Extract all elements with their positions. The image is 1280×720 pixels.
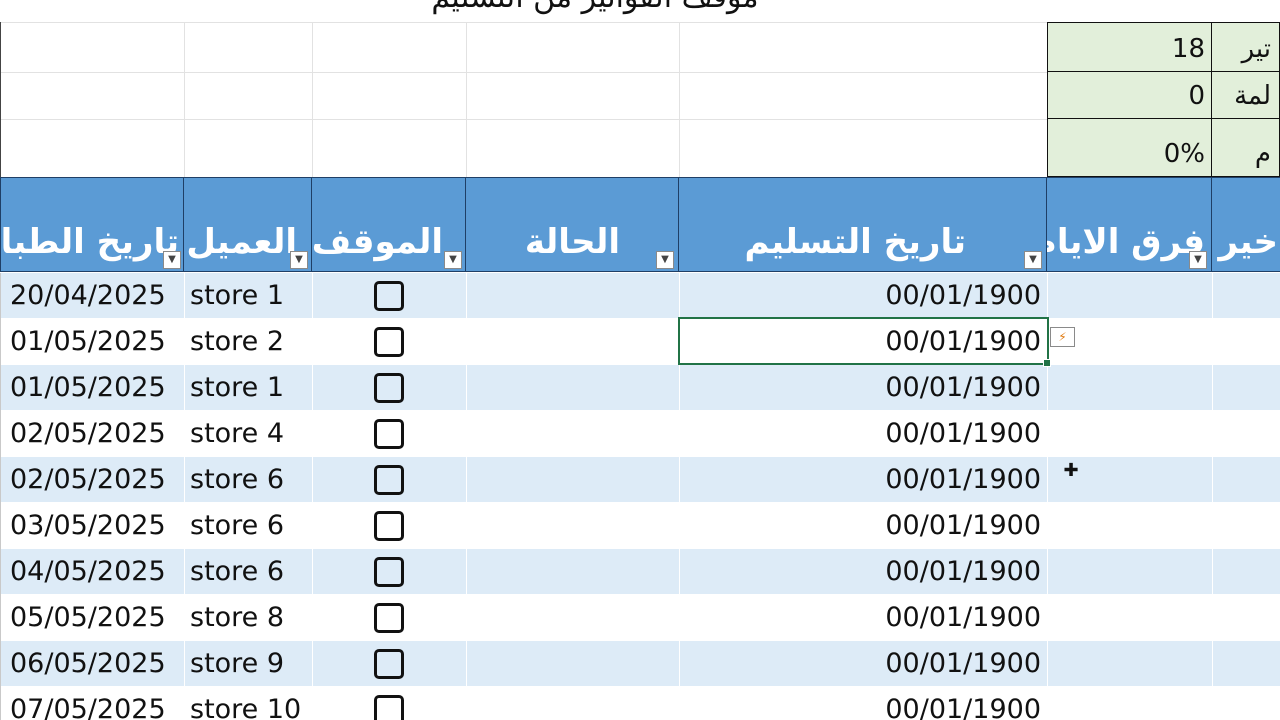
grid-line	[0, 22, 1047, 23]
cell-delivery-date[interactable]: 00/01/1900	[681, 319, 1041, 364]
spreadsheet: موقف الفواتير من التسليم 18 تير 0 لمة 0%…	[0, 0, 1280, 720]
cell-delivery-date[interactable]: 00/01/1900	[681, 457, 1041, 502]
cell-print-date[interactable]: 01/05/2025	[10, 319, 182, 364]
column-divider	[312, 273, 313, 720]
filter-dropdown-icon[interactable]: ▼	[290, 251, 308, 269]
cell-delivery-date[interactable]: 00/01/1900	[681, 411, 1041, 456]
cell-delivery-date[interactable]: 00/01/1900	[681, 365, 1041, 410]
cell-delivery-date[interactable]: 00/01/1900	[681, 549, 1041, 594]
column-divider	[679, 273, 680, 720]
grid-line	[312, 22, 313, 177]
header-label: العميل	[186, 222, 297, 262]
cell-client[interactable]: store 1	[190, 273, 310, 318]
summary-percent-label[interactable]: م	[1212, 119, 1280, 177]
cell-client[interactable]: store 10	[190, 687, 310, 720]
column-divider	[184, 273, 185, 720]
header-label: الموقف	[312, 222, 443, 262]
table-row: 03/05/2025 store 6 00/01/1900	[0, 503, 1280, 549]
cell-delivery-date[interactable]: 00/01/1900	[681, 641, 1041, 686]
header-print-date[interactable]: تاريخ الطباء ▼	[0, 177, 184, 272]
column-divider	[466, 273, 467, 720]
cell-print-date[interactable]: 20/04/2025	[10, 273, 182, 318]
status-checkbox[interactable]	[374, 649, 404, 679]
status-checkbox[interactable]	[374, 465, 404, 495]
header-label: الحالة	[524, 222, 620, 262]
status-checkbox[interactable]	[374, 557, 404, 587]
cell-print-date[interactable]: 05/05/2025	[10, 595, 182, 640]
table-row: 01/05/2025 store 1 00/01/1900	[0, 365, 1280, 411]
grid-line	[0, 22, 1, 177]
header-days-diff[interactable]: فرق الايام ▼	[1047, 177, 1212, 272]
table-row: 02/05/2025 store 4 00/01/1900	[0, 411, 1280, 457]
summary-delivered-label[interactable]: لمة	[1212, 72, 1280, 119]
status-checkbox[interactable]	[374, 419, 404, 449]
grid-line	[679, 22, 680, 177]
summary-total-value[interactable]: 18	[1047, 22, 1212, 72]
filter-dropdown-icon[interactable]: ▼	[1189, 251, 1207, 269]
cell-client[interactable]: store 2	[190, 319, 310, 364]
status-checkbox[interactable]	[374, 327, 404, 357]
cell-print-date[interactable]: 04/05/2025	[10, 549, 182, 594]
cell-print-date[interactable]: 03/05/2025	[10, 503, 182, 548]
cell-print-date[interactable]: 01/05/2025	[10, 365, 182, 410]
cell-delivery-date[interactable]: 00/01/1900	[681, 687, 1041, 720]
grid-line	[184, 22, 185, 177]
status-checkbox[interactable]	[374, 603, 404, 633]
cell-client[interactable]: store 8	[190, 595, 310, 640]
header-delivery-date[interactable]: تاريخ التسليم ▼	[679, 177, 1047, 272]
header-label: تاريخ التسليم	[744, 222, 966, 262]
cell-print-date[interactable]: 02/05/2025	[10, 411, 182, 456]
cell-print-date[interactable]: 02/05/2025	[10, 457, 182, 502]
filter-dropdown-icon[interactable]: ▼	[163, 251, 181, 269]
status-checkbox[interactable]	[374, 281, 404, 311]
header-label: خير	[1218, 222, 1278, 262]
cell-client[interactable]: store 4	[190, 411, 310, 456]
sheet-title: موقف الفواتير من التسليم	[380, 0, 810, 18]
cell-client[interactable]: store 6	[190, 549, 310, 594]
grid-line	[0, 72, 1047, 73]
cell-print-date[interactable]: 06/05/2025	[10, 641, 182, 686]
summary-total-label[interactable]: تير	[1212, 22, 1280, 72]
summary-percent-value[interactable]: 0%	[1047, 119, 1212, 177]
summary-delivered-value[interactable]: 0	[1047, 72, 1212, 119]
header-label: فرق الايام	[1047, 222, 1205, 262]
cross-cursor-icon: ✚	[1063, 460, 1079, 481]
status-checkbox[interactable]	[374, 373, 404, 403]
header-client[interactable]: العميل ▼	[184, 177, 312, 272]
cell-client[interactable]: store 6	[190, 457, 310, 502]
cell-client[interactable]: store 9	[190, 641, 310, 686]
table-row: 02/05/2025 store 6 00/01/1900	[0, 457, 1280, 503]
flash-fill-options-icon[interactable]: ⚡	[1050, 327, 1075, 347]
table-row: 04/05/2025 store 6 00/01/1900	[0, 549, 1280, 595]
cell-delivery-date[interactable]: 00/01/1900	[681, 503, 1041, 548]
column-divider	[1047, 273, 1048, 720]
status-checkbox[interactable]	[374, 695, 404, 720]
cell-delivery-date[interactable]: 00/01/1900	[681, 595, 1041, 640]
grid-line	[0, 119, 1047, 120]
column-divider	[0, 273, 1, 720]
table-row: 05/05/2025 store 8 00/01/1900	[0, 595, 1280, 641]
cell-print-date[interactable]: 07/05/2025	[10, 687, 182, 720]
status-checkbox[interactable]	[374, 511, 404, 541]
header-status-flag[interactable]: الموقف ▼	[312, 177, 466, 272]
header-delay[interactable]: خير	[1212, 177, 1280, 272]
cell-delivery-date[interactable]: 00/01/1900	[681, 273, 1041, 318]
table-row: 06/05/2025 store 9 00/01/1900	[0, 641, 1280, 687]
cell-client[interactable]: store 6	[190, 503, 310, 548]
cell-client[interactable]: store 1	[190, 365, 310, 410]
filter-dropdown-icon[interactable]: ▼	[656, 251, 674, 269]
header-state[interactable]: الحالة ▼	[466, 177, 679, 272]
table-row: 20/04/2025 store 1 00/01/1900	[0, 273, 1280, 319]
filter-dropdown-icon[interactable]: ▼	[1024, 251, 1042, 269]
column-divider	[1212, 273, 1213, 720]
grid-line	[466, 22, 467, 177]
table-row: 01/05/2025 store 2 00/01/1900	[0, 319, 1280, 365]
filter-dropdown-icon[interactable]: ▼	[444, 251, 462, 269]
table-row: 07/05/2025 store 10 00/01/1900	[0, 687, 1280, 720]
header-label: تاريخ الطباء	[0, 222, 179, 262]
